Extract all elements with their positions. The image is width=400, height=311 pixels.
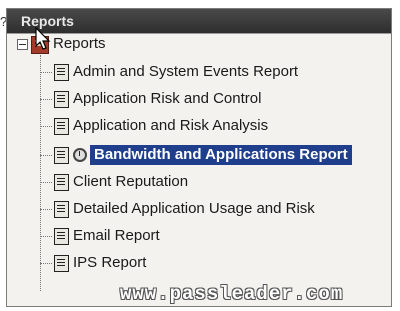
report-icon [54,228,69,245]
tree-item-application-risk-control[interactable]: Application Risk and Control [40,89,380,109]
tree-item-label: Application and Risk Analysis [73,117,269,134]
report-icon [54,174,69,191]
tree-item-ips-report[interactable]: IPS Report [40,253,380,273]
tree-item-label: Bandwidth and Applications Report [90,145,352,165]
tree-root-label[interactable]: Reports [53,35,106,52]
tree-branch-line [40,236,52,237]
collapse-toggle-icon[interactable] [17,39,28,50]
tree-item-admin-system-events[interactable]: Admin and System Events Report [40,62,380,82]
tree-item-application-risk-analysis[interactable]: Application and Risk Analysis [40,116,380,136]
tree-item-label: Application Risk and Control [73,90,262,107]
report-icon [54,201,69,218]
tree-branch-line [40,72,52,73]
mouse-cursor-icon [35,27,51,50]
report-icon [54,91,69,108]
report-icon [54,255,69,272]
tree-branch-line [40,263,52,264]
panel-title: Reports [7,9,391,33]
tree-item-detailed-application-usage[interactable]: Detailed Application Usage and Risk [40,199,380,219]
report-icon [54,147,69,164]
report-icon [54,64,69,81]
clock-icon [73,148,87,162]
watermark: www.passleader.com [120,283,344,305]
tree-branch-line [40,155,52,156]
tree-item-label: Detailed Application Usage and Risk [73,200,315,217]
tree-branch-line [40,99,52,100]
tree-branch-line [40,182,52,183]
tree-branch-line [40,209,52,210]
tree-item-label: IPS Report [73,254,147,271]
report-icon [54,118,69,135]
reports-panel: Reports Reports Admin and System Events … [6,8,392,307]
tree-item-label: Admin and System Events Report [73,63,299,80]
tree-item-label: Email Report [73,227,160,244]
tree-item-bandwidth-applications[interactable]: Bandwidth and Applications Report [40,145,380,165]
tree-item-label: Client Reputation [73,173,189,190]
tree-item-client-reputation[interactable]: Client Reputation [40,172,380,192]
tree-item-email-report[interactable]: Email Report [40,226,380,246]
tree-branch-line [40,126,52,127]
